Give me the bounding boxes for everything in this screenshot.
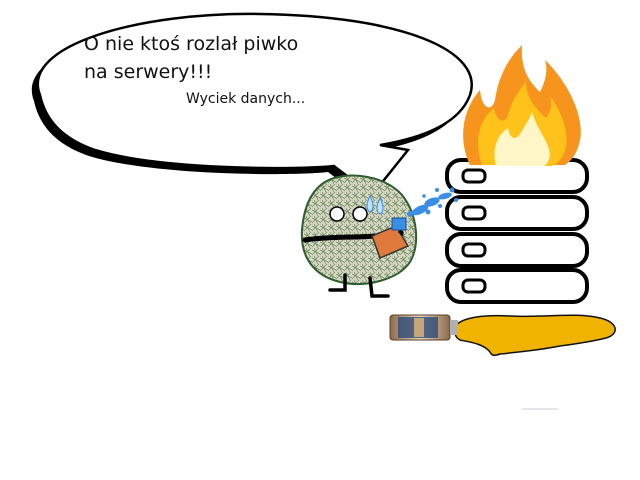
server-led-4 (461, 278, 487, 294)
server-led-2 (461, 205, 487, 221)
fire-icon (463, 45, 581, 166)
creature-eye-left (329, 206, 345, 222)
speech-line-1: O nie ktoś rozlał piwko (84, 33, 299, 55)
server-led-3 (461, 242, 487, 258)
speech-line-2: na serwery!!! (84, 61, 213, 83)
creature-eye-right (352, 206, 368, 222)
server-rack-icon (445, 158, 589, 304)
beer-bottle-icon (389, 314, 458, 341)
server-led-1 (461, 168, 487, 184)
beer-puddle (454, 314, 616, 357)
speech-line-3: Wyciek danych... (186, 91, 306, 107)
watermark (522, 408, 558, 410)
